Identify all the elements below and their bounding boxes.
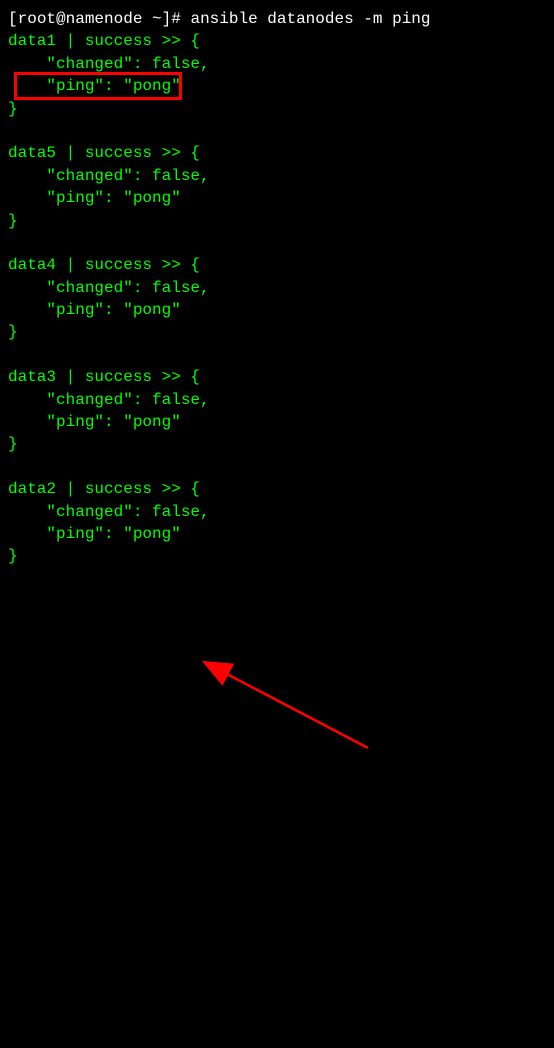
result-host: data5 | success >> { xyxy=(8,144,200,162)
result-close-brace: } xyxy=(8,547,18,565)
result-host: data2 | success >> { xyxy=(8,480,200,498)
result-host: data3 | success >> { xyxy=(8,368,200,386)
result-ping: "ping": "pong" xyxy=(8,413,181,431)
results-container: data1 | success >> { "changed": false, "… xyxy=(8,30,546,567)
prompt-user: root xyxy=(18,10,56,28)
result-close-brace: } xyxy=(8,323,18,341)
prompt-symbol: # xyxy=(171,10,181,28)
result-ping: "ping": "pong" xyxy=(8,525,181,543)
result-changed: "changed": false, xyxy=(8,279,210,297)
result-ping: "ping": "pong" xyxy=(8,301,181,319)
result-host: data4 | success >> { xyxy=(8,256,200,274)
prompt-at: @ xyxy=(56,10,66,28)
result-ping: "ping": "pong" xyxy=(8,189,181,207)
arrow-annotation xyxy=(8,568,554,1048)
prompt-open-bracket: [ xyxy=(8,10,18,28)
result-changed: "changed": false, xyxy=(8,391,210,409)
result-changed: "changed": false, xyxy=(8,503,210,521)
result-ping: "ping": "pong" xyxy=(8,77,181,95)
prompt-host: namenode xyxy=(66,10,143,28)
result-changed: "changed": false, xyxy=(8,55,210,73)
result-close-brace: } xyxy=(8,100,18,118)
result-close-brace: } xyxy=(8,435,18,453)
prompt-path: ~ xyxy=(142,10,161,28)
result-host: data1 | success >> { xyxy=(8,32,200,50)
terminal-output: [root@namenode ~]# ansible datanodes -m … xyxy=(8,8,546,568)
prompt-close-bracket: ] xyxy=(162,10,172,28)
command-text: ansible datanodes -m ping xyxy=(181,10,431,28)
result-changed: "changed": false, xyxy=(8,167,210,185)
result-close-brace: } xyxy=(8,212,18,230)
